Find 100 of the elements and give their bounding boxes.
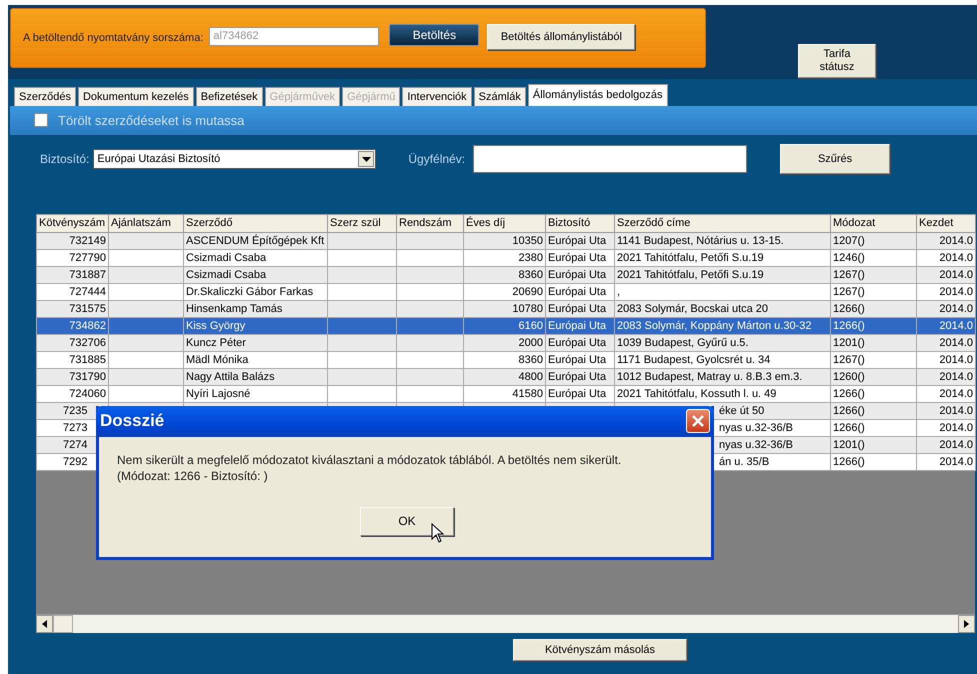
table-cell: 2021 Tahitótfalu, Petőfi S.u.19 <box>617 252 764 264</box>
column-header[interactable]: Szerződő címe <box>614 214 830 232</box>
table-row[interactable]: 727790 Csizmadi Csaba 2380 Európai Uta 2021 Tahitótfalu, Petőfi S.u.19 1246() 2014.0 <box>36 249 976 266</box>
table-cell: Európai Uta <box>548 234 606 247</box>
insurer-label: Biztosító: <box>40 152 90 166</box>
column-header[interactable]: Szerz szül <box>328 214 396 232</box>
table-cell: 2014.0 <box>939 286 973 298</box>
table-row[interactable]: 734862 Kiss György 6160 Európai Uta 2083 Solymár, Koppány Márton u.30-32 1266() 2014.0 <box>36 317 976 334</box>
scroll-left-button[interactable] <box>36 614 53 633</box>
copy-policy-number-button[interactable]: Kötvényszám másolás <box>513 639 687 662</box>
close-button[interactable] <box>686 409 710 434</box>
table-cell: Európai Uta <box>548 286 606 298</box>
table-cell: nyas u.32-36/B <box>719 438 793 451</box>
column-header[interactable]: Biztosító <box>546 214 614 232</box>
table-cell: 1141 Budapest, Nótárius u. 13-15. <box>617 234 784 247</box>
insurer-dropdown[interactable]: Európai Utazási Biztosító <box>93 149 376 170</box>
table-cell: Európai Uta <box>548 268 606 281</box>
show-deleted-label: Törölt szerződéseket is mutassa <box>58 112 244 128</box>
dialog-message: Nem sikerült a megfelelő módozatot kiválasztani a módozatok táblából. A betöltés nem sikerült. <box>117 452 622 468</box>
close-icon <box>691 414 705 428</box>
table-row[interactable]: 731575 Hinsenkamp Tamás 10780 Európai Uta 2083 Solymár, Bocskai utca 20 1266() 2014.0 <box>36 300 976 318</box>
table-cell: 731575 <box>69 302 106 315</box>
table-cell: 1207() <box>833 234 865 247</box>
scrollbar-thumb[interactable] <box>53 614 73 633</box>
tab[interactable]: Szerződés <box>14 86 76 106</box>
table-cell: 734862 <box>69 320 106 332</box>
table-cell: 8360 <box>518 354 543 366</box>
table-cell: Csizmadi Csaba <box>186 252 266 264</box>
table-cell: Európai Uta <box>548 354 606 366</box>
tab[interactable]: Dokumentum kezelés <box>78 86 194 106</box>
table-cell: 731885 <box>69 354 106 366</box>
table-cell: 1201() <box>833 438 865 451</box>
table-cell: 10350 <box>512 234 543 247</box>
tariff-status-button[interactable]: Tarifa státusz <box>798 44 876 78</box>
table-cell: 10780 <box>512 302 543 315</box>
left-arrow-icon <box>42 620 47 628</box>
table-cell: 7274 <box>63 438 88 451</box>
column-header[interactable]: Szerződő <box>184 214 328 232</box>
table-cell: 2014.0 <box>939 320 973 332</box>
tab[interactable]: Intervenciók <box>402 86 472 106</box>
table-cell: Nagy Attila Balázs <box>186 370 275 383</box>
column-header[interactable]: Rendszám <box>396 214 464 232</box>
table-cell: 1266() <box>833 320 865 332</box>
table-cell: 6160 <box>518 320 543 332</box>
table-cell: 1266() <box>833 302 865 315</box>
table-cell: 2014.0 <box>939 422 973 434</box>
checkbox[interactable] <box>34 113 48 128</box>
column-header[interactable]: Módozat <box>830 214 916 232</box>
right-arrow-icon <box>964 620 969 628</box>
table-cell: 1266() <box>833 404 865 417</box>
table-cell: 20690 <box>512 286 543 298</box>
client-name-input[interactable] <box>473 145 748 174</box>
table-cell: 731790 <box>69 370 106 383</box>
table-cell: 1267() <box>833 286 865 298</box>
table-row[interactable]: 731887 Csizmadi Csaba 8360 Európai Uta 2021 Tahitótfalu, Petőfi S.u.19 1267() 2014.0 <box>36 266 976 284</box>
table-cell: 732706 <box>69 336 106 349</box>
table-cell: Európai Uta <box>548 370 606 383</box>
filter-button[interactable]: Szűrés <box>780 144 890 174</box>
table-cell: 727790 <box>69 252 106 264</box>
tab[interactable]: Számlák <box>474 86 526 106</box>
table-cell: án u. 35/B <box>719 456 770 468</box>
table-cell: 2014.0 <box>939 438 973 451</box>
table-cell: Csizmadi Csaba <box>186 268 266 281</box>
table-cell: 2014.0 <box>939 302 973 315</box>
table-cell: 7235 <box>63 404 88 417</box>
table-cell: 4800 <box>518 370 543 383</box>
tab[interactable]: Befizetések <box>196 86 263 106</box>
table-row[interactable]: 727444 Dr.Skaliczki Gábor Farkas 20690 Európai Uta , 1267() 2014.0 <box>36 283 976 300</box>
table-cell: 2083 Solymár, Bocskai utca 20 <box>617 302 768 315</box>
load-from-list-button[interactable]: Betöltés állománylistából <box>487 24 636 50</box>
horizontal-scrollbar[interactable] <box>36 614 975 633</box>
table-row[interactable]: 724060 Nyíri Lajosné 41580 Európai Uta 2021 Tahitótfalu, Kossuth l. u. 49 1266() 2014.0 <box>36 385 976 402</box>
table-cell: 2014.0 <box>939 354 973 366</box>
table-cell: Dr.Skaliczki Gábor Farkas <box>186 286 314 298</box>
table-cell: 1246() <box>833 252 865 264</box>
table-cell: 2014.0 <box>939 456 973 468</box>
column-header[interactable]: Kötvényszám <box>36 214 108 232</box>
table-cell: Mädl Mónika <box>186 354 248 366</box>
scroll-right-button[interactable] <box>958 614 975 633</box>
table-row[interactable]: 732149 ASCENDUM Építőgépek Kft 10350 Európai Uta 1141 Budapest, Nótárius u. 13-15. 1207() 2014.0 <box>36 232 976 250</box>
load-button[interactable]: Betöltés <box>389 24 480 46</box>
column-header[interactable]: Éves díj <box>464 214 546 232</box>
table-cell: 1012 Budapest, Matray u. 8.B.3 em.3. <box>617 370 802 383</box>
table-cell: 2021 Tahitótfalu, Kossuth l. u. 49 <box>617 388 776 400</box>
table-cell: Európai Uta <box>548 388 606 400</box>
table-cell: 2021 Tahitótfalu, Petőfi S.u.19 <box>617 268 764 281</box>
mouse-pointer-icon <box>431 522 444 543</box>
table-row[interactable]: 731885 Mädl Mónika 8360 Európai Uta 1171 Budapest, Gyolcsrét u. 34 1267() 2014.0 <box>36 351 976 368</box>
column-header[interactable]: Kezdet <box>916 214 976 232</box>
table-cell: Európai Uta <box>548 302 606 315</box>
table-cell: 2014.0 <box>939 336 973 349</box>
table-cell: 1039 Budapest, Gyűrű u.5. <box>617 336 748 349</box>
table-cell: 724060 <box>69 388 106 400</box>
table-cell: 41580 <box>512 388 543 400</box>
table-row[interactable]: 731790 Nagy Attila Balázs 4800 Európai Uta 1012 Budapest, Matray u. 8.B.3 em.3. 1260() 2014.0 <box>36 368 976 386</box>
table-row[interactable]: 732706 Kuncz Péter 2000 Európai Uta 1039 Budapest, Gyűrű u.5. 1201() 2014.0 <box>36 334 976 352</box>
tab[interactable]: Állománylistás bedolgozás <box>528 84 668 106</box>
table-cell: 2380 <box>518 252 543 264</box>
ok-button[interactable]: OK <box>360 506 454 536</box>
column-header[interactable]: Ajánlatszám <box>108 214 184 232</box>
